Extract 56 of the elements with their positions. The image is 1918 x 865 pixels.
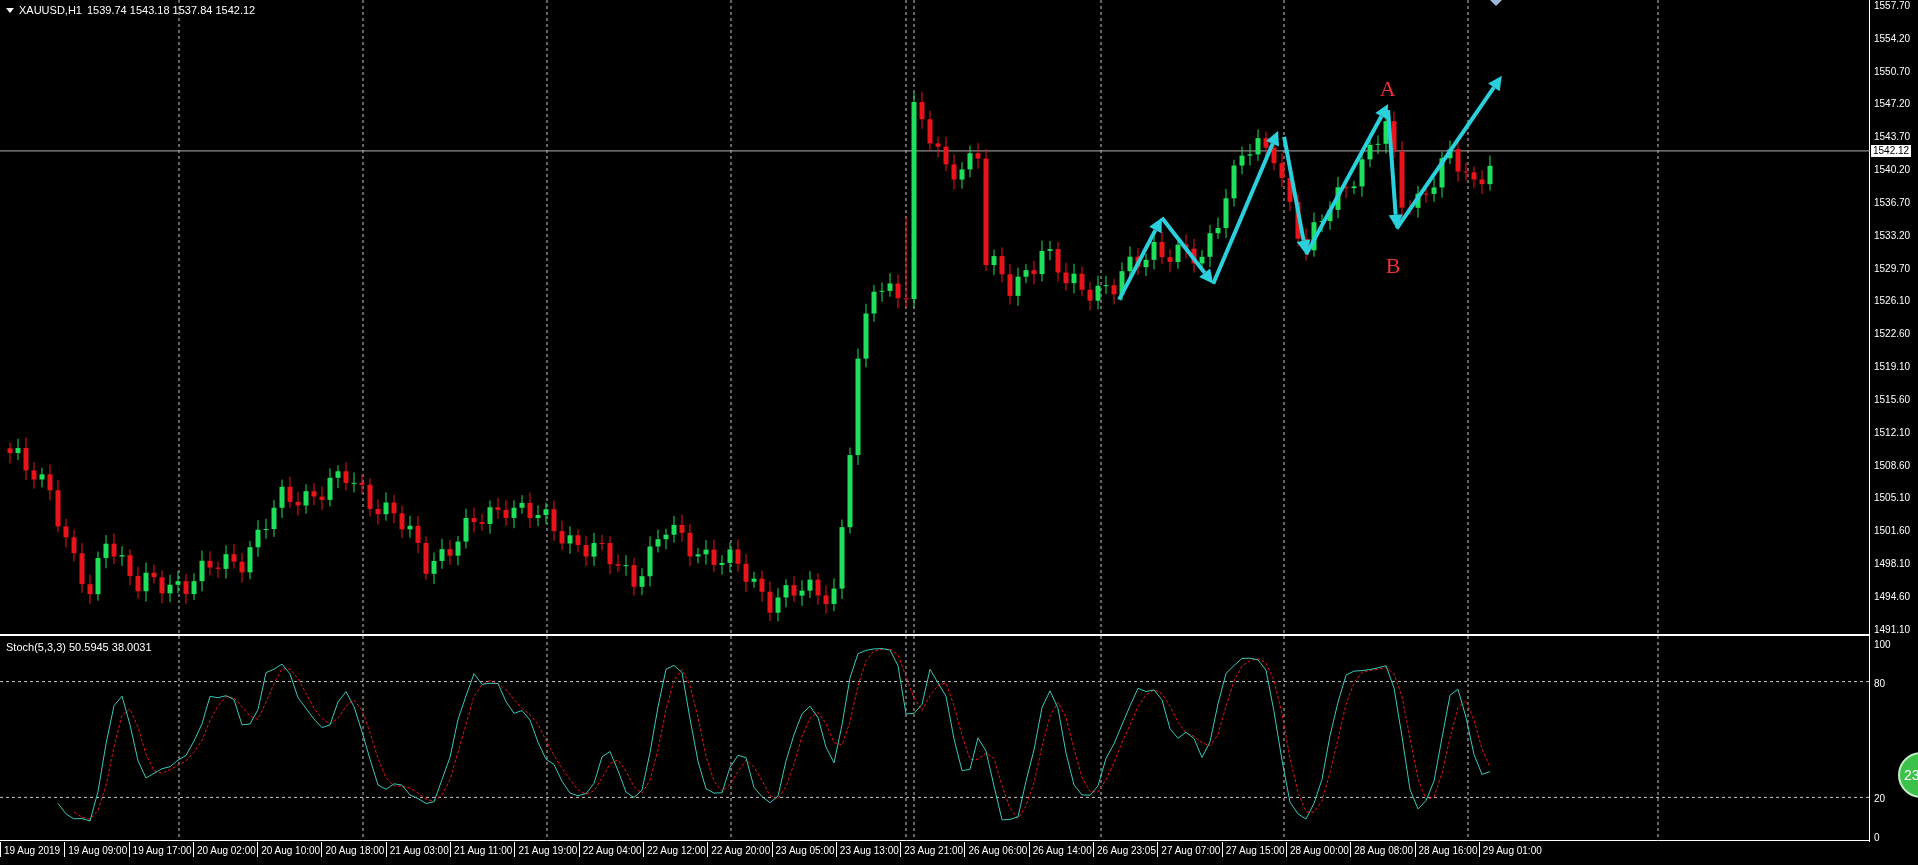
indicator-axis-label: 80 [1874,677,1886,690]
dropdown-icon[interactable] [6,7,14,13]
time-axis-label: 28 Aug 16:00 [1414,842,1478,857]
price-axis-label: 1540.20 [1873,164,1912,177]
time-axis-label: 22 Aug 12:00 [642,842,706,857]
ohlc-quote: 1539.74 1543.18 1537.84 1542.12 [86,3,256,17]
time-axis-label: 26 Aug 06:00 [964,842,1028,857]
indicator-axis-label: 20 [1874,793,1886,806]
time-axis-label: 21 Aug 19:00 [514,842,578,857]
price-axis-label: 1533.20 [1873,229,1912,242]
price-axis-label: 1501.60 [1873,525,1912,538]
price-axis-label: 1494.60 [1873,590,1912,603]
time-axis-label: 28 Aug 00:00 [1285,842,1349,857]
price-axis-label: 1508.60 [1873,459,1912,472]
price-axis-label: 1526.10 [1873,295,1912,308]
price-axis-label: 1554.20 [1873,32,1912,45]
time-axis-label: 20 Aug 02:00 [192,842,256,857]
time-axis-label: 19 Aug 2019 [0,842,61,857]
time-axis-label: 23 Aug 21:00 [900,842,964,857]
price-axis-label: 1547.20 [1873,98,1912,111]
price-axis-label: 1519.10 [1873,361,1912,374]
price-axis-label: 1505.10 [1873,492,1912,505]
time-axis-label: 27 Aug 15:00 [1221,842,1285,857]
price-axis-label: 1515.60 [1873,393,1912,406]
symbol-title: XAUUSD,H1 [19,3,82,17]
price-axis-label: 1498.10 [1873,558,1912,571]
price-axis-label: 1512.10 [1873,426,1912,439]
indicator-axis-label: 0 [1874,832,1880,844]
price-axis-label: 1543.70 [1873,131,1912,144]
time-axis-label: 26 Aug 23:05 [1093,842,1156,857]
time-axis-label: 29 Aug 01:00 [1478,842,1542,857]
time-axis-label: 28 Aug 08:00 [1350,842,1414,857]
time-axis-label: 23 Aug 13:00 [835,842,899,857]
time-axis-label: 22 Aug 04:00 [578,842,642,857]
time-axis-label: 27 Aug 07:00 [1157,842,1221,857]
price-axis-label: 1491.10 [1873,623,1912,636]
price-axis-label: 1550.70 [1873,65,1912,78]
time-axis-label: 20 Aug 18:00 [321,842,385,857]
price-axis-label: 1529.70 [1873,262,1912,275]
indicator-title: Stoch(5,3,3) 50.5945 38.0031 [6,640,152,654]
wave-label: A [1379,78,1396,100]
time-axis-label: 23 Aug 05:00 [771,842,835,857]
time-axis-label: 21 Aug 03:00 [385,842,449,857]
time-axis-label: 20 Aug 10:00 [257,842,321,857]
time-axis-label: 21 Aug 11:00 [450,842,513,857]
wave-label: B [1385,255,1401,277]
indicator-axis-label: 100 [1874,639,1891,651]
time-axis-label: 26 Aug 14:00 [1028,842,1092,857]
price-axis-label: 1536.70 [1873,196,1912,209]
price-axis-label: 1522.60 [1873,328,1912,341]
time-axis-label: 19 Aug 17:00 [128,842,192,857]
price-axis-label: 1557.70 [1873,0,1912,12]
marker-icon [1490,0,1502,6]
time-axis-label: 22 Aug 20:00 [707,842,771,857]
current-price-tag: 1542.12 [1871,144,1912,157]
time-axis-label: 19 Aug 09:00 [64,842,128,857]
